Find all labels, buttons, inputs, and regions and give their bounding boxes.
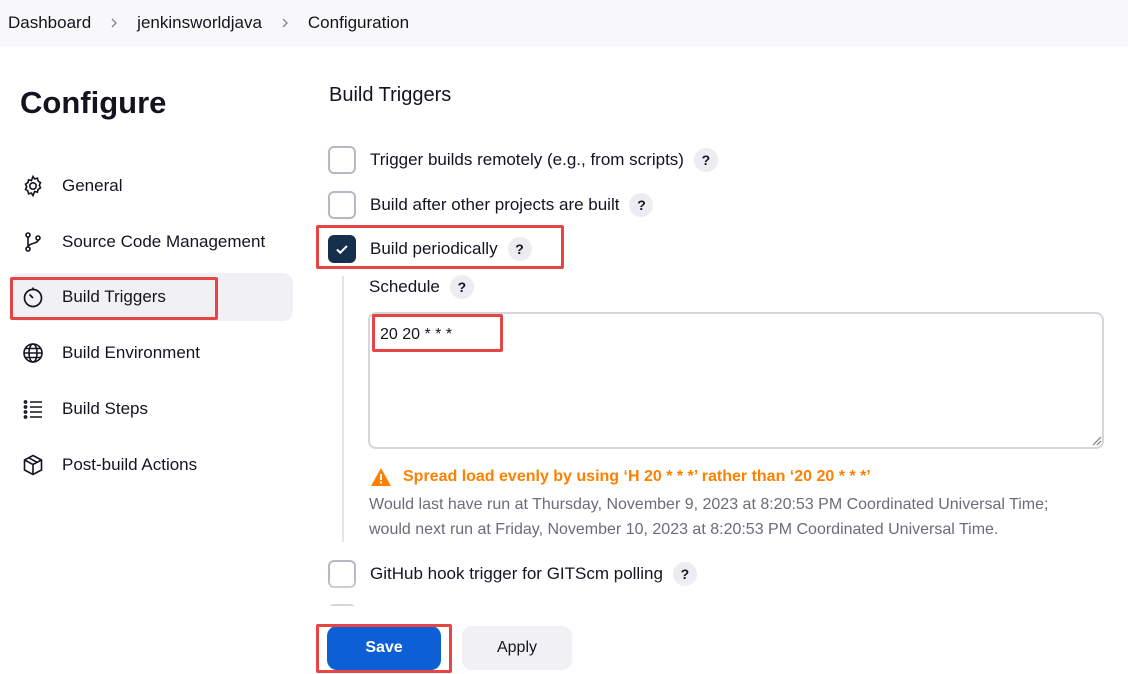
chevron-right-icon xyxy=(279,17,291,29)
highlight-box-build-periodically xyxy=(316,225,564,269)
list-icon xyxy=(20,396,46,422)
bottom-fade xyxy=(300,578,1128,608)
schedule-warning: Spread load evenly by using ‘H 20 * * *’… xyxy=(370,466,871,488)
sidebar-item-label: Source Code Management xyxy=(62,232,266,251)
sidebar-item-label: Build Steps xyxy=(62,399,148,418)
branch-icon xyxy=(20,229,46,255)
page-title: Configure xyxy=(20,85,167,120)
package-icon xyxy=(20,452,46,478)
resize-grip-icon[interactable] xyxy=(1090,434,1102,446)
section-title: Build Triggers xyxy=(329,84,452,106)
build-after-row: Build after other projects are built ? xyxy=(328,191,654,219)
sidebar-item-build-steps[interactable]: Build Steps xyxy=(10,385,293,433)
schedule-label-row: Schedule ? xyxy=(369,275,474,299)
schedule-info-line-2: would next run at Friday, November 10, 2… xyxy=(369,521,999,538)
breadcrumb-project[interactable]: jenkinsworldjava xyxy=(137,13,262,33)
sidebar-item-build-environment[interactable]: Build Environment xyxy=(10,329,293,377)
globe-icon xyxy=(20,340,46,366)
gear-icon xyxy=(20,173,46,199)
warning-text: Spread load evenly by using ‘H 20 * * *’… xyxy=(403,468,871,485)
nested-section-rule xyxy=(342,276,344,542)
trigger-remote-label: Trigger builds remotely (e.g., from scri… xyxy=(370,150,684,169)
sidebar-item-source-code-management[interactable]: Source Code Management xyxy=(10,218,293,266)
breadcrumb: Dashboard jenkinsworldjava Configuration xyxy=(0,0,1128,46)
schedule-label: Schedule xyxy=(369,277,440,296)
warning-icon xyxy=(371,468,391,486)
sidebar-item-label: Post-build Actions xyxy=(62,455,198,474)
schedule-info-line-1: Would last have run at Thursday, Novembe… xyxy=(369,496,1049,513)
sidebar-item-label: General xyxy=(62,176,123,195)
sidebar-item-label: Build Environment xyxy=(62,343,200,362)
highlight-box-save xyxy=(316,624,452,673)
highlight-box-sidebar xyxy=(10,277,218,320)
trigger-remote-checkbox[interactable] xyxy=(328,146,356,174)
apply-button[interactable]: Apply xyxy=(462,626,572,670)
breadcrumb-configuration[interactable]: Configuration xyxy=(308,13,409,33)
build-after-checkbox[interactable] xyxy=(328,191,356,219)
sidebar-item-post-build-actions[interactable]: Post-build Actions xyxy=(10,441,293,489)
chevron-right-icon xyxy=(108,17,120,29)
trigger-remote-row: Trigger builds remotely (e.g., from scri… xyxy=(328,146,718,174)
help-icon[interactable]: ? xyxy=(693,148,718,172)
help-icon[interactable]: ? xyxy=(629,193,654,217)
breadcrumb-dashboard[interactable]: Dashboard xyxy=(8,13,91,33)
help-icon[interactable]: ? xyxy=(449,275,474,299)
sidebar-item-general[interactable]: General xyxy=(10,162,293,210)
build-after-label: Build after other projects are built xyxy=(370,195,620,214)
highlight-box-schedule xyxy=(372,314,503,352)
